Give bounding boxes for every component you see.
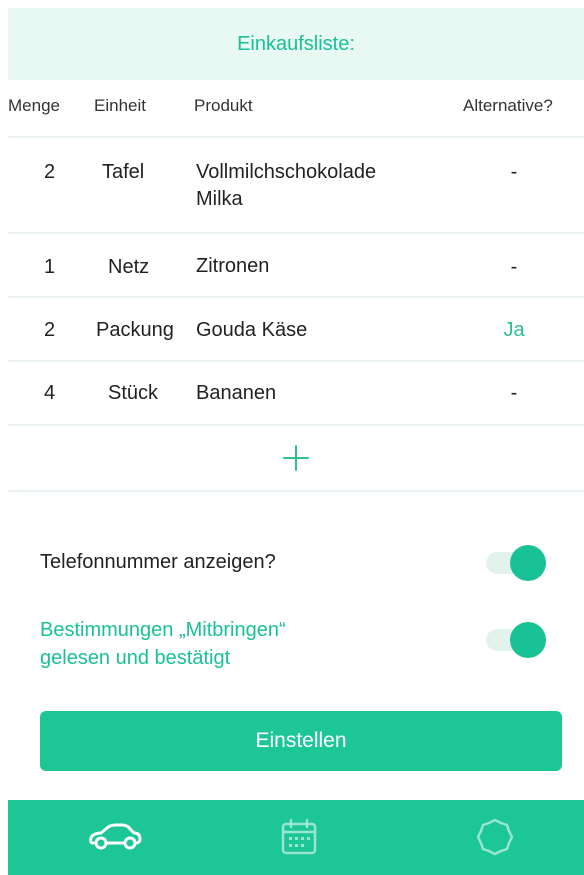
nav-item-rides[interactable] <box>80 814 150 860</box>
phone-setting-label: Telefonnummer anzeigen? <box>40 551 276 573</box>
calendar-icon <box>281 818 317 855</box>
item-product-line: Vollmilchschokolade <box>196 161 377 183</box>
column-header-produkt: Produkt <box>194 96 253 115</box>
column-header-einheit: Einheit <box>94 96 146 115</box>
terms-toggle[interactable] <box>486 622 546 658</box>
item-quantity: 1 <box>44 256 56 278</box>
item-product: Vollmilchschokolade Milka <box>196 159 376 213</box>
car-icon <box>89 823 142 850</box>
item-quantity: 4 <box>44 382 56 404</box>
item-alternative: - <box>510 256 518 278</box>
column-header-alternative: Alternative? <box>463 96 553 115</box>
column-header-menge: Menge <box>8 96 60 115</box>
item-unit: Netz <box>108 256 150 278</box>
app-header: Einkaufsliste: <box>8 8 584 80</box>
add-item-button[interactable] <box>8 424 584 492</box>
item-product: Gouda Käse <box>196 319 308 341</box>
terms-label-line: gelesen und bestätigt <box>40 647 231 669</box>
item-quantity: 2 <box>44 319 56 341</box>
terms-label-line: Bestimmungen „Mitbringen“ <box>40 619 286 641</box>
terms-setting-label[interactable]: Bestimmungen „Mitbringen“ gelesen und be… <box>40 616 286 672</box>
submit-button[interactable]: Einstellen <box>40 711 562 771</box>
item-unit: Tafel <box>102 161 145 183</box>
nav-item-calendar[interactable] <box>264 814 334 860</box>
item-alternative: - <box>510 161 518 183</box>
item-unit: Stück <box>108 382 159 404</box>
list-item[interactable]: 1 Netz Zitronen - <box>8 232 584 298</box>
nav-item-settings[interactable] <box>460 814 530 860</box>
item-product: Bananen <box>196 382 277 404</box>
item-product: Zitronen <box>196 255 270 277</box>
toggle-knob <box>510 622 546 658</box>
item-alternative[interactable]: Ja <box>503 319 524 342</box>
toggle-knob <box>510 545 546 581</box>
plus-icon <box>283 445 309 471</box>
item-product-line: Milka <box>196 188 243 210</box>
bottom-navigation <box>8 800 584 875</box>
settings-gear-icon <box>476 818 514 856</box>
list-item[interactable]: 2 Packung Gouda Käse Ja <box>8 296 584 362</box>
list-item[interactable]: 2 Tafel Vollmilchschokolade Milka - <box>8 136 584 234</box>
phone-toggle[interactable] <box>486 545 546 581</box>
list-item[interactable]: 4 Stück Bananen - <box>8 360 584 426</box>
item-unit: Packung <box>96 319 174 341</box>
page-title: Einkaufsliste: <box>237 32 355 55</box>
item-alternative: - <box>510 382 518 404</box>
item-quantity: 2 <box>44 161 56 183</box>
